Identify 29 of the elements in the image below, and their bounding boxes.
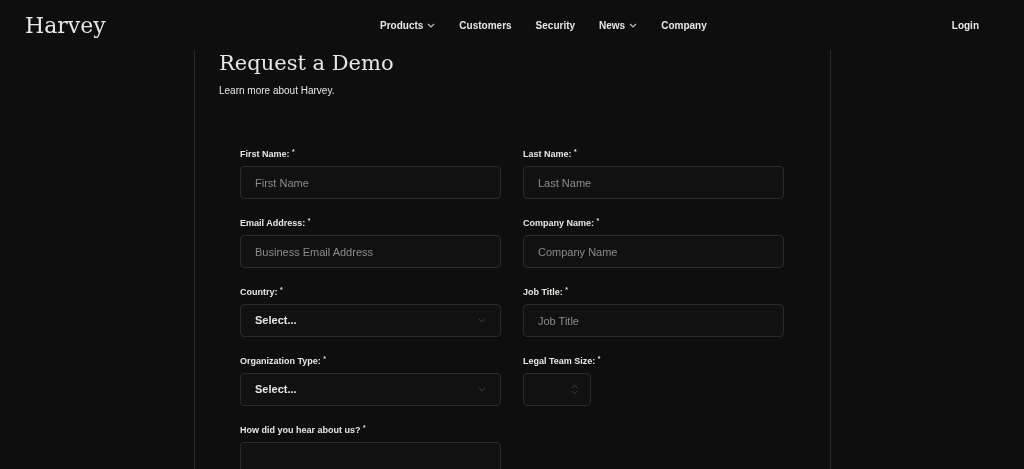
input-field[interactable]: Last Name [523, 166, 784, 199]
nav-link[interactable]: Customers [459, 17, 512, 33]
nav-link[interactable]: Products [380, 17, 436, 33]
input-field[interactable]: First Name [240, 166, 501, 199]
nav-link[interactable]: News [599, 17, 638, 33]
input-field[interactable]: Job Title [523, 304, 784, 337]
field-label: Company Name: $^{*}$ [523, 217, 601, 229]
nav-link[interactable]: Security [535, 17, 576, 33]
login-link[interactable]: Login [951, 17, 979, 33]
field-label: Country: $^{*}$ [240, 286, 284, 298]
field-label: First Name: $^{*}$ [240, 148, 296, 160]
field-label: Job Title: $^{*}$ [523, 286, 569, 298]
select-field[interactable]: Select... [240, 373, 501, 406]
page-title: Request a Demo [219, 50, 395, 76]
field-label: Organization Type: $^{*}$ [240, 355, 327, 367]
number-field[interactable] [523, 373, 591, 406]
chevron-down-icon [478, 318, 486, 323]
input-field[interactable]: Business Email Address [240, 235, 501, 268]
logo[interactable]: Harvey [25, 8, 325, 42]
input-field[interactable]: Company Name [523, 235, 784, 268]
field-label: How did you hear about us? $^{*}$ [240, 424, 367, 436]
nav-link[interactable]: Company [661, 17, 707, 33]
field-label: Last Name: $^{*}$ [523, 148, 578, 160]
field-label: Legal Team Size: $^{*}$ [523, 355, 602, 367]
select-field[interactable]: Select... [240, 304, 501, 337]
field-label: Email Address: $^{*}$ [240, 217, 312, 229]
stepper-icon [571, 384, 578, 395]
page-subtitle: Learn more about Harvey. [219, 84, 336, 98]
chevron-down-icon [478, 387, 486, 392]
